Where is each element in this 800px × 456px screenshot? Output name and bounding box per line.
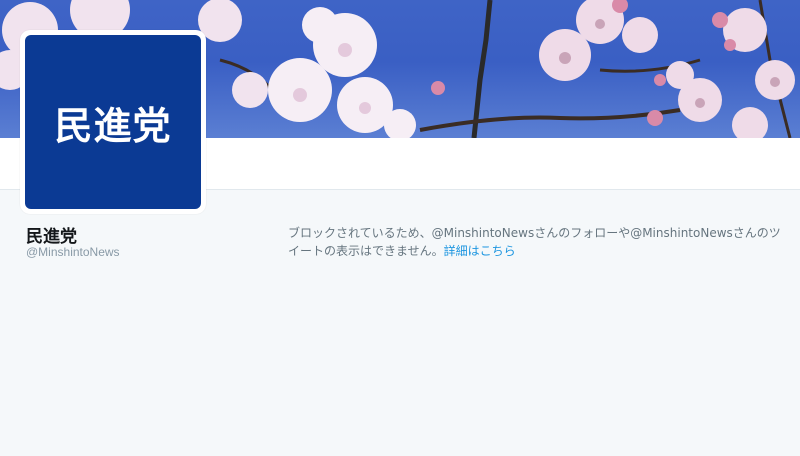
- avatar-logo: 民進党: [25, 35, 201, 209]
- profile-handle[interactable]: @MinshintoNews: [26, 245, 120, 259]
- blocked-message: ブロックされているため、@MinshintoNewsさんのフォローや@Minsh…: [288, 226, 781, 258]
- avatar-logo-text: 民進党: [54, 103, 172, 148]
- profile-page: 民進党 民進党 @MinshintoNews ブロックされているため、@Mins…: [0, 0, 800, 456]
- blocked-notice: ブロックされているため、@MinshintoNewsさんのフォローや@Minsh…: [288, 224, 788, 260]
- learn-more-link[interactable]: 詳細はこちら: [444, 244, 516, 258]
- profile-avatar[interactable]: 民進党: [20, 30, 206, 214]
- profile-name[interactable]: 民進党: [26, 222, 77, 247]
